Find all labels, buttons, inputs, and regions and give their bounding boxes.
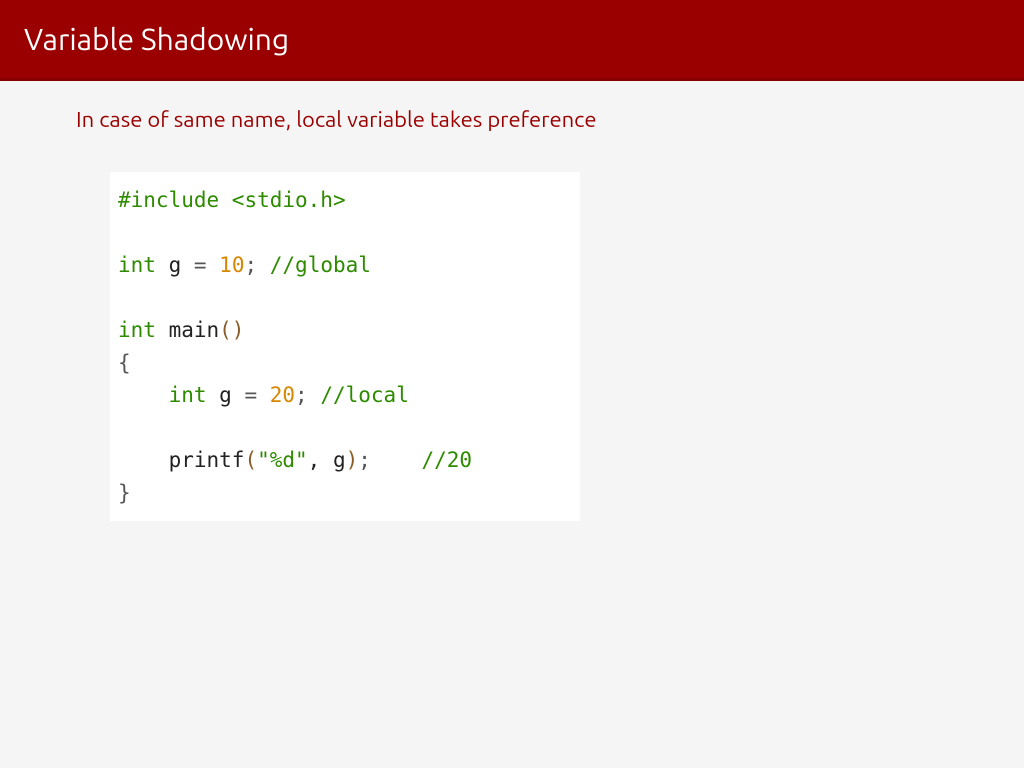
code-token: //local [308,383,409,407]
code-token: ) [346,448,359,472]
code-token: int [118,318,156,342]
code-token [371,448,422,472]
slide-subtitle: In case of same name, local variable tak… [76,107,1024,132]
code-token: main [156,318,219,342]
code-token: g [156,253,194,277]
code-token: #include [118,188,219,212]
code-token: <stdio.h> [219,188,345,212]
code-token: = [244,383,269,407]
code-token: 10 [219,253,244,277]
code-token: "%d" [257,448,308,472]
slide-title: Variable Shadowing [24,22,1000,56]
code-token: { [118,351,131,375]
code-token: ( [244,448,257,472]
code-token [118,383,169,407]
code-token: , g [308,448,346,472]
code-token: printf [169,448,245,472]
code-token: //global [257,253,371,277]
code-token: = [194,253,219,277]
code-token [118,448,169,472]
code-block: #include <stdio.h> int g = 10; //global … [110,172,580,521]
code-token: ; [244,253,257,277]
code-token: ; [295,383,308,407]
code-token: g [207,383,245,407]
code-token: int [169,383,207,407]
code-token: ; [358,448,371,472]
code-token: () [219,318,244,342]
code-token: int [118,253,156,277]
code-token: 20 [270,383,295,407]
code-token: //20 [422,448,473,472]
slide-header: Variable Shadowing [0,0,1024,81]
code-token: } [118,481,131,505]
